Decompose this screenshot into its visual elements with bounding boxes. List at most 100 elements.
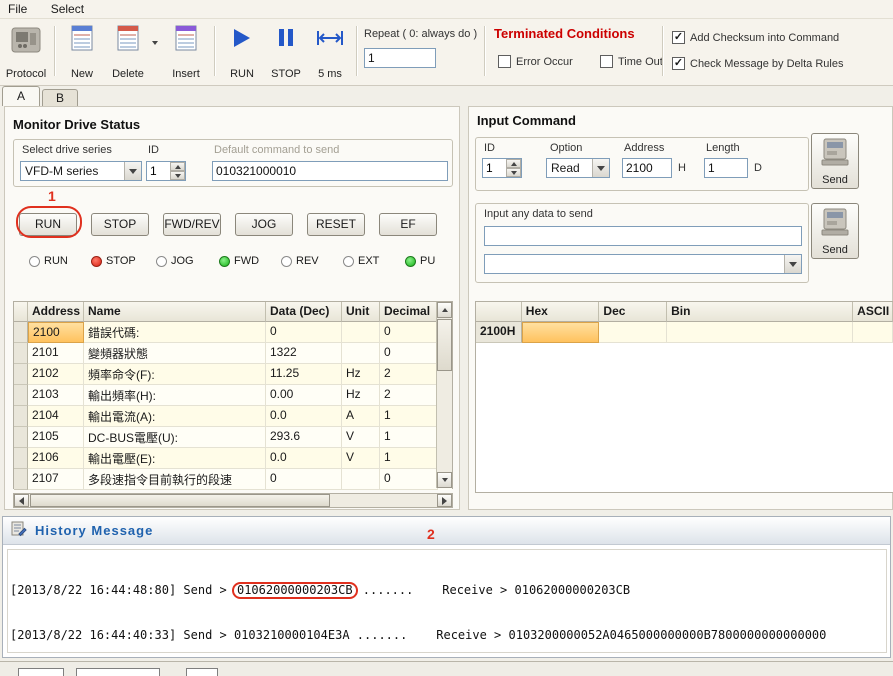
table-row[interactable]: 2100H bbox=[476, 322, 893, 343]
interval-button[interactable]: 5 ms bbox=[308, 22, 352, 82]
scroll-left-icon[interactable] bbox=[14, 494, 29, 507]
delete-dropdown-arrow[interactable] bbox=[152, 41, 158, 45]
scroll-down-icon[interactable] bbox=[437, 472, 452, 488]
stop-toolbar-button[interactable]: STOP bbox=[264, 22, 308, 82]
cell-address: 2103 bbox=[28, 385, 84, 406]
ef-button[interactable]: EF bbox=[379, 213, 437, 236]
scroll-up-icon[interactable] bbox=[437, 302, 452, 318]
table-row[interactable]: 2107 多段速指令目前執行的段速 0 0 bbox=[14, 469, 452, 490]
tab-b[interactable]: B bbox=[42, 89, 78, 106]
spinner-up-icon[interactable] bbox=[506, 159, 521, 168]
chevron-down-icon[interactable] bbox=[124, 162, 141, 180]
row-selector[interactable] bbox=[14, 385, 28, 406]
table-row[interactable]: 2105 DC-BUS電壓(U): 293.6 V 1 bbox=[14, 427, 452, 448]
status-radio-stop[interactable]: STOP bbox=[91, 255, 136, 267]
repeat-input[interactable] bbox=[364, 48, 436, 68]
status-radio-ext[interactable]: EXT bbox=[343, 255, 379, 267]
status-radio-run[interactable]: RUN bbox=[29, 255, 68, 267]
jog-button[interactable]: JOG bbox=[235, 213, 293, 236]
any-data-combo[interactable] bbox=[484, 254, 802, 274]
send-label: Send bbox=[822, 244, 848, 256]
ic-option-select[interactable]: Read bbox=[546, 158, 610, 178]
ic-length-input[interactable] bbox=[704, 158, 748, 178]
status-radio-rev[interactable]: REV bbox=[281, 255, 319, 267]
row-selector[interactable] bbox=[14, 364, 28, 385]
row-selector[interactable] bbox=[14, 406, 28, 427]
cell-unit: V bbox=[342, 448, 380, 469]
spinner-down-icon[interactable] bbox=[170, 171, 185, 180]
history-log[interactable]: [2013/8/22 16:44:48:80] Send > 010620000… bbox=[7, 549, 887, 653]
drive-series-select[interactable]: VFD-M series bbox=[20, 161, 142, 181]
default-command-input[interactable] bbox=[212, 161, 448, 181]
delete-button[interactable]: Delete bbox=[106, 22, 150, 82]
insert-button[interactable]: Insert bbox=[164, 22, 208, 82]
status-radio-pu[interactable]: PU bbox=[405, 255, 435, 267]
table-row[interactable]: 2101 變頻器狀態 1322 0 bbox=[14, 343, 452, 364]
scrollbar-thumb[interactable] bbox=[437, 319, 452, 371]
spinner-up-icon[interactable] bbox=[170, 162, 185, 171]
insert-label: Insert bbox=[172, 68, 200, 80]
cell-address: 2105 bbox=[28, 427, 84, 448]
stop-button[interactable]: STOP bbox=[91, 213, 149, 236]
history-icon bbox=[11, 521, 27, 540]
vertical-scrollbar[interactable] bbox=[436, 302, 452, 488]
cell-unit bbox=[342, 343, 380, 364]
input-any-data-label: Input any data to send bbox=[484, 208, 593, 220]
header-stub bbox=[476, 302, 522, 322]
scroll-right-icon[interactable] bbox=[437, 494, 452, 507]
send-command-button[interactable]: Send bbox=[811, 133, 859, 189]
protocol-button[interactable]: Protocol bbox=[2, 22, 50, 82]
time-out-checkbox[interactable]: Time Out bbox=[600, 55, 663, 68]
new-button[interactable]: New bbox=[60, 22, 104, 82]
chevron-down-icon[interactable] bbox=[592, 159, 609, 177]
input-command-title: Input Command bbox=[477, 113, 576, 128]
spinner-down-icon[interactable] bbox=[506, 168, 521, 177]
ic-address-label: Address bbox=[624, 142, 664, 154]
cell-decimal: 2 bbox=[380, 364, 438, 385]
horizontal-scrollbar[interactable] bbox=[13, 493, 453, 508]
status-radio-jog[interactable]: JOG bbox=[156, 255, 194, 267]
chevron-down-icon[interactable] bbox=[784, 255, 801, 273]
table-row[interactable]: 2104 輸出電流(A): 0.0 A 1 bbox=[14, 406, 452, 427]
row-selector[interactable] bbox=[14, 322, 28, 343]
status-dot bbox=[91, 256, 102, 267]
clipped-field[interactable] bbox=[76, 668, 160, 676]
run-toolbar-button[interactable]: RUN bbox=[220, 22, 264, 82]
fwd-rev-button[interactable]: FWD/REV bbox=[163, 213, 221, 236]
application-window: File Select Protocol New Delete bbox=[0, 0, 893, 676]
tab-a[interactable]: A bbox=[2, 86, 40, 106]
scrollbar-thumb[interactable] bbox=[30, 494, 330, 507]
status-label: REV bbox=[296, 255, 319, 267]
any-data-input[interactable] bbox=[484, 226, 802, 246]
row-selector[interactable] bbox=[14, 427, 28, 448]
check-delta-rules-checkbox[interactable]: ✓ Check Message by Delta Rules bbox=[672, 57, 843, 70]
cell-data: 0.00 bbox=[266, 385, 342, 406]
clipped-field[interactable] bbox=[186, 668, 218, 676]
menu-select[interactable]: Select bbox=[51, 2, 84, 16]
menu-file[interactable]: File bbox=[8, 2, 27, 16]
time-out-label: Time Out bbox=[618, 56, 663, 68]
toolbar-separator bbox=[484, 26, 485, 76]
reset-button[interactable]: RESET bbox=[307, 213, 365, 236]
row-header-2100h[interactable]: 2100H bbox=[476, 322, 522, 343]
send-any-data-button[interactable]: Send bbox=[811, 203, 859, 259]
clipped-field[interactable] bbox=[18, 668, 64, 676]
add-checksum-checkbox[interactable]: ✓ Add Checksum into Command bbox=[672, 31, 839, 44]
status-label: STOP bbox=[106, 255, 136, 267]
table-row[interactable]: 2100 錯誤代碼: 0 0 bbox=[14, 322, 452, 343]
delete-label: Delete bbox=[112, 68, 144, 80]
row-selector[interactable] bbox=[14, 448, 28, 469]
table-row[interactable]: 2102 頻率命令(F): 11.25 Hz 2 bbox=[14, 364, 452, 385]
insert-icon bbox=[174, 25, 198, 54]
status-radio-fwd[interactable]: FWD bbox=[219, 255, 259, 267]
table-row[interactable]: 2106 輸出電壓(E): 0.0 V 1 bbox=[14, 448, 452, 469]
cell-address: 2104 bbox=[28, 406, 84, 427]
error-occur-checkbox[interactable]: Error Occur bbox=[498, 55, 573, 68]
cell-hex[interactable] bbox=[522, 322, 600, 343]
row-selector[interactable] bbox=[14, 343, 28, 364]
ic-address-input[interactable] bbox=[622, 158, 672, 178]
error-occur-label: Error Occur bbox=[516, 56, 573, 68]
cell-ascii bbox=[853, 322, 893, 343]
table-row[interactable]: 2103 輸出頻率(H): 0.00 Hz 2 bbox=[14, 385, 452, 406]
row-selector[interactable] bbox=[14, 469, 28, 490]
